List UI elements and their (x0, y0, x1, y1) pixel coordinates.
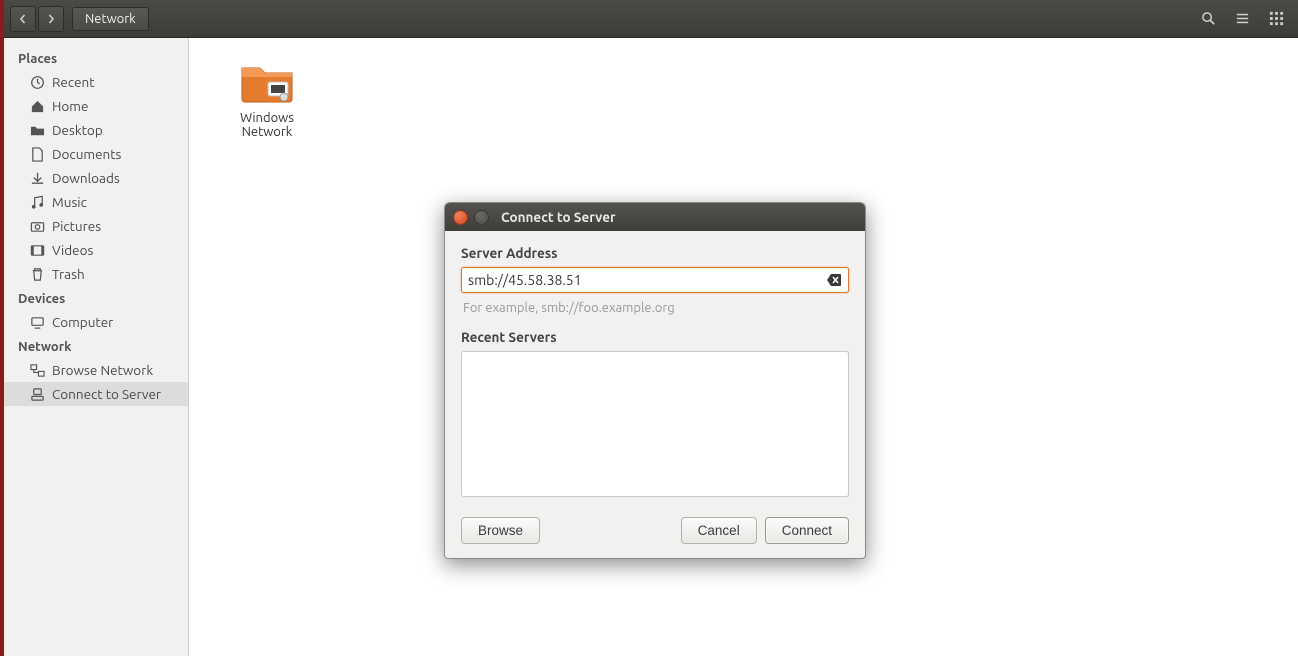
sidebar-item-label: Pictures (52, 218, 101, 234)
camera-icon (30, 219, 45, 234)
dialog-titlebar[interactable]: Connect to Server (445, 203, 865, 231)
sidebar-item-label: Desktop (52, 122, 103, 138)
sidebar-item-videos[interactable]: Videos (4, 238, 188, 262)
sidebar-item-pictures[interactable]: Pictures (4, 214, 188, 238)
grid-icon (1269, 11, 1284, 26)
search-button[interactable] (1192, 6, 1224, 32)
hamburger-icon (1235, 11, 1250, 26)
sidebar-item-label: Documents (52, 146, 121, 162)
server-address-label: Server Address (461, 245, 849, 261)
sidebar-item-label: Connect to Server (52, 386, 161, 402)
places-header: Places (4, 46, 188, 70)
sidebar-item-recent[interactable]: Recent (4, 70, 188, 94)
server-address-field[interactable] (461, 267, 849, 293)
sidebar-item-downloads[interactable]: Downloads (4, 166, 188, 190)
server-address-input[interactable] (468, 272, 826, 288)
document-icon (30, 147, 45, 162)
sidebar-item-documents[interactable]: Documents (4, 142, 188, 166)
sidebar-item-label: Trash (52, 266, 85, 282)
sidebar-item-label: Browse Network (52, 362, 153, 378)
connect-to-server-dialog: Connect to Server Server Address For exa… (444, 202, 866, 559)
connect-button[interactable]: Connect (765, 517, 849, 544)
recent-servers-label: Recent Servers (461, 329, 849, 345)
chevron-right-icon (46, 14, 56, 24)
sidebar-item-music[interactable]: Music (4, 190, 188, 214)
sidebar-item-connect-server[interactable]: Connect to Server (4, 382, 188, 406)
nav-forward-button[interactable] (38, 6, 64, 32)
address-hint: For example, smb://foo.example.org (463, 301, 847, 315)
sidebar-item-trash[interactable]: Trash (4, 262, 188, 286)
network-folder-icon (240, 58, 294, 104)
connect-server-icon (30, 387, 45, 402)
nav-back-button[interactable] (10, 6, 36, 32)
dialog-title: Connect to Server (501, 209, 616, 225)
download-icon (30, 171, 45, 186)
search-icon (1201, 11, 1216, 26)
sidebar-item-label: Music (52, 194, 87, 210)
sidebar: Places Recent Home Desktop Documents Dow… (4, 38, 189, 656)
window-close-button[interactable] (453, 210, 468, 225)
recent-servers-list[interactable] (461, 351, 849, 497)
item-label: Windows Network (217, 111, 317, 139)
view-options-button[interactable] (1226, 6, 1258, 32)
window-minimize-button[interactable] (474, 210, 489, 225)
cancel-button[interactable]: Cancel (681, 517, 757, 544)
sidebar-item-computer[interactable]: Computer (4, 310, 188, 334)
backspace-icon (826, 273, 842, 287)
folder-icon (30, 123, 45, 138)
trash-icon (30, 267, 45, 282)
sidebar-item-desktop[interactable]: Desktop (4, 118, 188, 142)
devices-header: Devices (4, 286, 188, 310)
network-header: Network (4, 334, 188, 358)
item-windows-network[interactable]: Windows Network (217, 58, 317, 139)
browse-button[interactable]: Browse (461, 517, 540, 544)
sidebar-item-label: Videos (52, 242, 93, 258)
clock-icon (30, 75, 45, 90)
computer-icon (30, 315, 45, 330)
sidebar-item-browse-network[interactable]: Browse Network (4, 358, 188, 382)
sidebar-item-home[interactable]: Home (4, 94, 188, 118)
location-bar[interactable]: Network (72, 7, 149, 31)
clear-input-button[interactable] (826, 273, 842, 287)
app-grid-button[interactable] (1260, 6, 1292, 32)
sidebar-item-label: Downloads (52, 170, 120, 186)
chevron-left-icon (18, 14, 28, 24)
sidebar-item-label: Home (52, 98, 88, 114)
video-icon (30, 243, 45, 258)
home-icon (30, 99, 45, 114)
sidebar-item-label: Recent (52, 74, 95, 90)
network-browse-icon (30, 363, 45, 378)
toolbar: Network (4, 0, 1298, 38)
sidebar-item-label: Computer (52, 314, 113, 330)
music-icon (30, 195, 45, 210)
